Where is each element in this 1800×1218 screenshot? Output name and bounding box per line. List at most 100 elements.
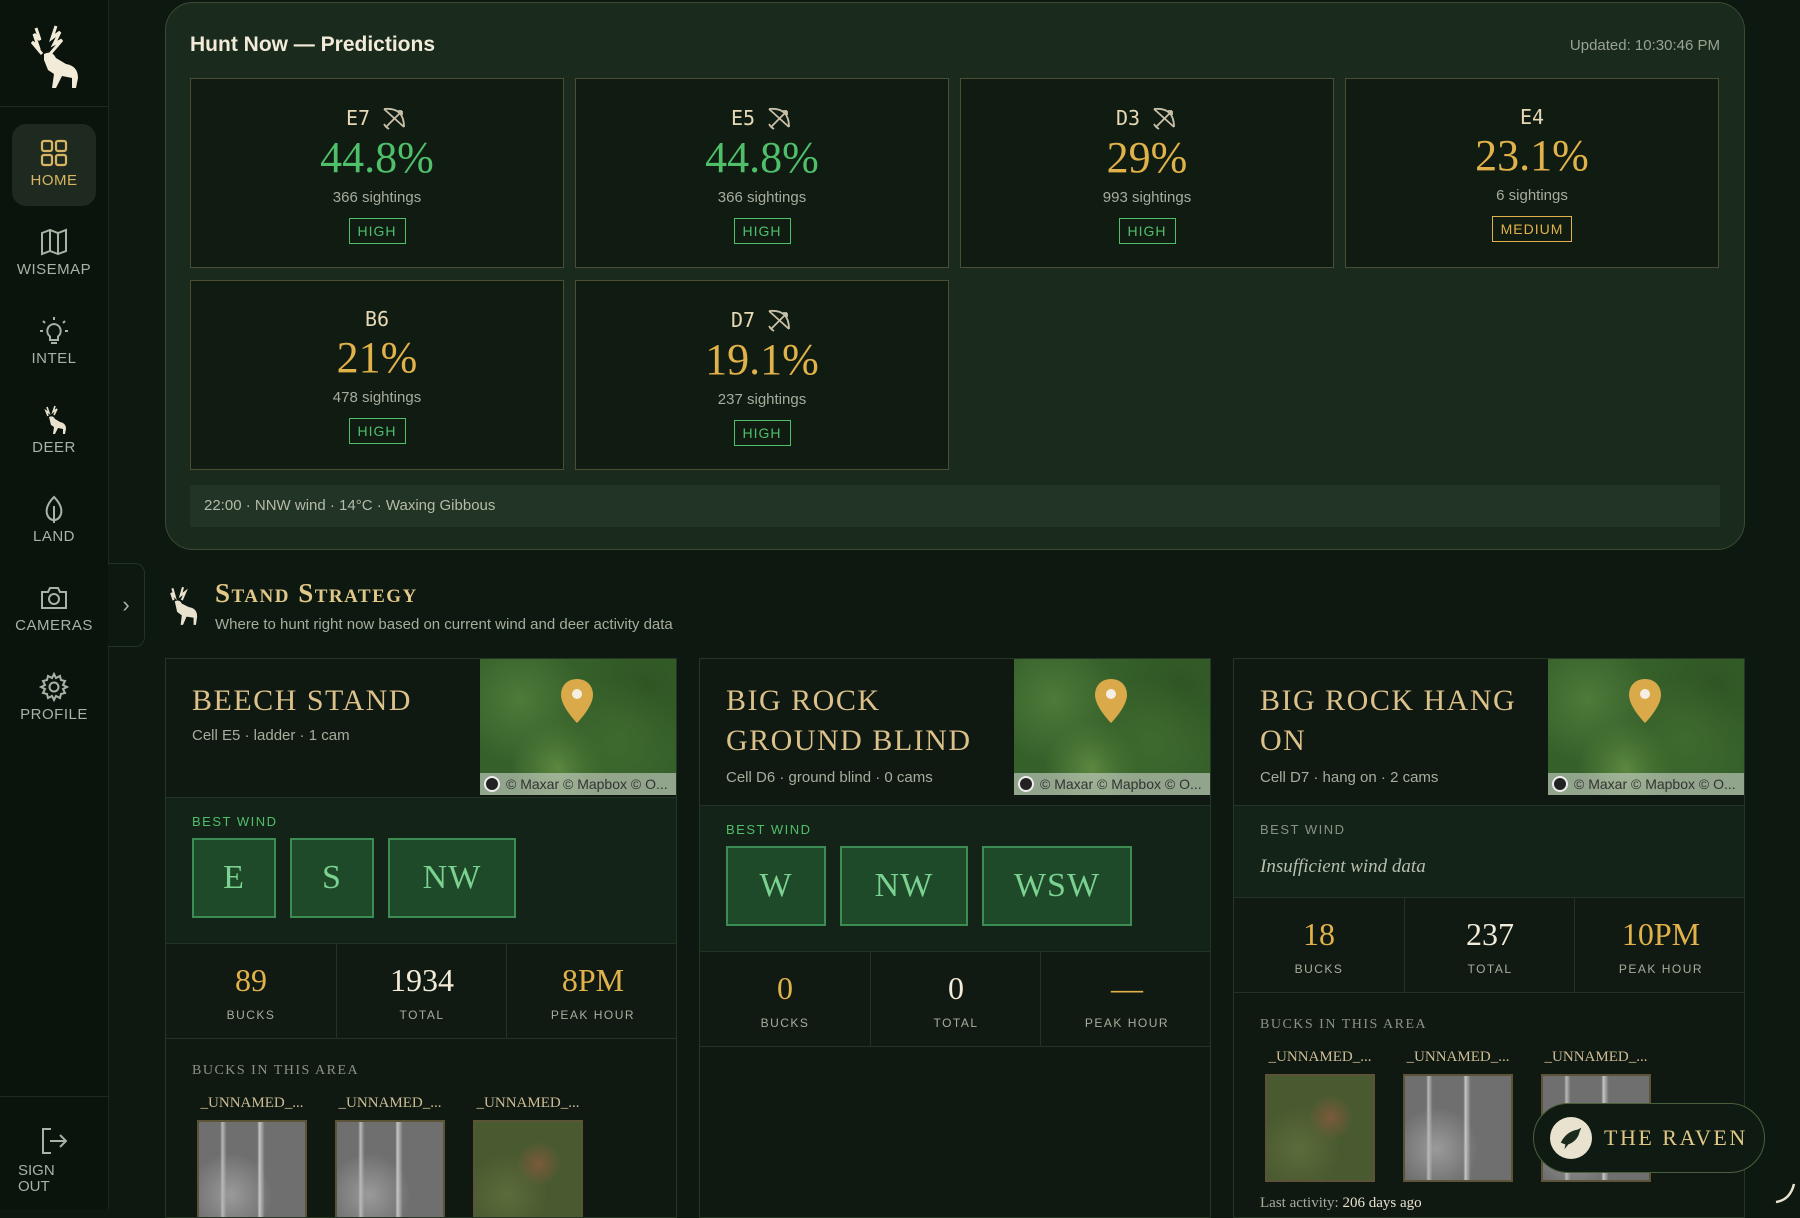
- buck-name: _UNNAMED_...: [338, 1095, 442, 1111]
- mapbox-logo-icon: [484, 776, 500, 792]
- best-wind-section: BEST WIND Insufficient wind data: [1234, 805, 1744, 898]
- raven-label: THE RAVEN: [1604, 1125, 1748, 1150]
- probability-value: 29%: [1106, 133, 1188, 182]
- probability-value: 19.1%: [705, 335, 819, 384]
- cell-id: D3: [1115, 106, 1141, 130]
- stand-card[interactable]: BEECH STAND Cell E5 · ladder · 1 cam © Max…: [165, 658, 677, 1218]
- nav-home[interactable]: HOME: [12, 124, 96, 206]
- sightings-count: 366 sightings: [717, 189, 807, 206]
- location-pin-icon: [1629, 679, 1661, 723]
- confidence-badge: HIGH: [1118, 218, 1176, 244]
- buck-name: _UNNAMED_...: [476, 1095, 580, 1111]
- sign-out-button[interactable]: SIGN OUT: [0, 1096, 108, 1210]
- bucks-stat: 89 BUCKS: [226, 962, 276, 1022]
- nav-profile[interactable]: PROFILE: [12, 658, 96, 740]
- stand-map-thumbnail[interactable]: © Maxar © Mapbox © O...: [1014, 659, 1210, 795]
- cell-id: E4: [1519, 105, 1545, 129]
- map-icon: [41, 228, 67, 256]
- cell-id: B6: [364, 307, 390, 331]
- buck-photo: [1403, 1074, 1513, 1182]
- nav-cameras[interactable]: CAMERAS: [12, 569, 96, 651]
- best-wind-section: BEST WIND E S NW: [166, 797, 676, 944]
- stand-name: BIG ROCK HANG ON: [1260, 684, 1517, 757]
- cell-id: E5: [730, 106, 756, 130]
- nav-home-label: HOME: [30, 172, 78, 189]
- prediction-card-d3[interactable]: D3 29% 993 sightings HIGH: [960, 78, 1334, 268]
- predictions-title: Hunt Now — Predictions: [190, 33, 436, 56]
- buck-photo: [197, 1120, 307, 1217]
- stand-meta: Cell D7 · hang on · 2 cams: [1260, 769, 1439, 786]
- no-wind-data: Insufficient wind data: [1260, 856, 1426, 877]
- bow-icon: [768, 309, 790, 332]
- nav-deer[interactable]: DEER: [12, 391, 96, 473]
- bucks-stat: 0 BUCKS: [760, 970, 810, 1030]
- buck-thumbnail[interactable]: _UNNAMED_...: [1398, 1049, 1518, 1182]
- nav-deer-label: DEER: [32, 439, 76, 456]
- peak-hour-stat: 10PM PEAK HOUR: [1574, 898, 1744, 992]
- leaf-icon: [45, 495, 63, 523]
- probability-value: 44.8%: [705, 133, 819, 182]
- deer-icon: [170, 586, 198, 625]
- stand-stats: 89 BUCKS 1934 TOTAL 8PM PEAK HOUR: [166, 943, 676, 1039]
- map-attribution[interactable]: © Maxar © Mapbox © O...: [1014, 773, 1210, 795]
- wind-direction-chip: S: [290, 838, 374, 918]
- location-pin-icon: [1095, 679, 1127, 723]
- buck-thumbnail[interactable]: _UNNAMED_...: [1260, 1049, 1380, 1182]
- bucks-in-area-label: BUCKS IN THIS AREA: [1260, 1017, 1428, 1032]
- nav-land[interactable]: LAND: [12, 480, 96, 562]
- confidence-badge: HIGH: [733, 420, 791, 446]
- total-stat: 1934 TOTAL: [336, 944, 507, 1038]
- confidence-badge: HIGH: [733, 218, 791, 244]
- raven-assistant-button[interactable]: THE RAVEN: [1533, 1103, 1765, 1173]
- prediction-card-e5[interactable]: E5 44.8% 366 sightings HIGH: [575, 78, 949, 268]
- nav-land-label: LAND: [32, 528, 75, 545]
- total-stat: 0 TOTAL: [870, 952, 1041, 1046]
- buck-name: _UNNAMED_...: [1406, 1049, 1510, 1065]
- wind-direction-chip: WSW: [982, 846, 1132, 926]
- confidence-badge: HIGH: [348, 218, 406, 244]
- best-wind-section: BEST WIND W NW WSW: [700, 805, 1210, 952]
- buck-photo: [335, 1120, 445, 1217]
- stand-strategy-title: Stand Strategy: [215, 578, 418, 608]
- resize-handle-icon[interactable]: [1772, 1180, 1796, 1204]
- nav-intel-label: INTEL: [31, 350, 77, 367]
- map-attribution[interactable]: © Maxar © Mapbox © O...: [480, 773, 676, 795]
- bucks-in-area-label: BUCKS IN THIS AREA: [192, 1063, 360, 1078]
- last-activity: Last activity: 206 days ago: [1260, 1195, 1422, 1211]
- buck-thumbnail[interactable]: _UNNAMED_...: [192, 1095, 312, 1217]
- prediction-card-b6[interactable]: B6 21% 478 sightings HIGH: [190, 280, 564, 470]
- deer-logo-icon[interactable]: [22, 24, 84, 90]
- buck-name: _UNNAMED_...: [1268, 1049, 1372, 1065]
- location-pin-icon: [561, 679, 593, 723]
- cell-id: D7: [730, 308, 756, 332]
- map-attribution[interactable]: © Maxar © Mapbox © O...: [1548, 773, 1744, 795]
- stand-map-thumbnail[interactable]: © Maxar © Mapbox © O...: [1548, 659, 1744, 795]
- stand-meta: Cell E5 · ladder · 1 cam: [192, 727, 350, 744]
- best-wind-label: BEST WIND: [1260, 822, 1346, 837]
- stand-stats: 18 BUCKS 237 TOTAL 10PM PEAK HOUR: [1234, 897, 1744, 993]
- conditions-footer: 22:00 · NNW wind · 14°C · Waxing Gibbous: [190, 485, 1720, 527]
- sign-out-label: SIGN OUT: [18, 1162, 55, 1195]
- bow-icon: [1153, 107, 1175, 130]
- prediction-card-e4[interactable]: E4 23.1% 6 sightings MEDIUM: [1345, 78, 1719, 268]
- stand-meta: Cell D6 · ground blind · 0 cams: [726, 769, 933, 786]
- buck-thumbnail[interactable]: _UNNAMED_...: [468, 1095, 588, 1217]
- sightings-count: 993 sightings: [1102, 189, 1192, 206]
- nav-intel[interactable]: INTEL: [12, 302, 96, 384]
- prediction-card-e7[interactable]: E7 44.8% 366 sightings HIGH: [190, 78, 564, 268]
- stand-map-thumbnail[interactable]: © Maxar © Mapbox © O...: [480, 659, 676, 795]
- buck-thumbnail[interactable]: _UNNAMED_...: [330, 1095, 450, 1217]
- sidebar-expand-button[interactable]: ›: [108, 563, 145, 647]
- buck-photo: [1265, 1074, 1375, 1182]
- stand-card[interactable]: BIG ROCK GROUND BLIND Cell D6 · ground bl…: [699, 658, 1211, 1218]
- nav-wisemap[interactable]: WISEMAP: [12, 213, 96, 295]
- deer-icon: [44, 405, 66, 434]
- camera-icon: [41, 587, 67, 609]
- sightings-count: 366 sightings: [332, 189, 422, 206]
- wind-direction-chip: NW: [388, 838, 516, 918]
- prediction-card-d7[interactable]: D7 19.1% 237 sightings HIGH: [575, 280, 949, 470]
- bow-icon: [768, 107, 790, 130]
- probability-value: 21%: [336, 333, 418, 382]
- stand-stats: 0 BUCKS 0 TOTAL — PEAK HOUR: [700, 951, 1210, 1047]
- mapbox-logo-icon: [1552, 776, 1568, 792]
